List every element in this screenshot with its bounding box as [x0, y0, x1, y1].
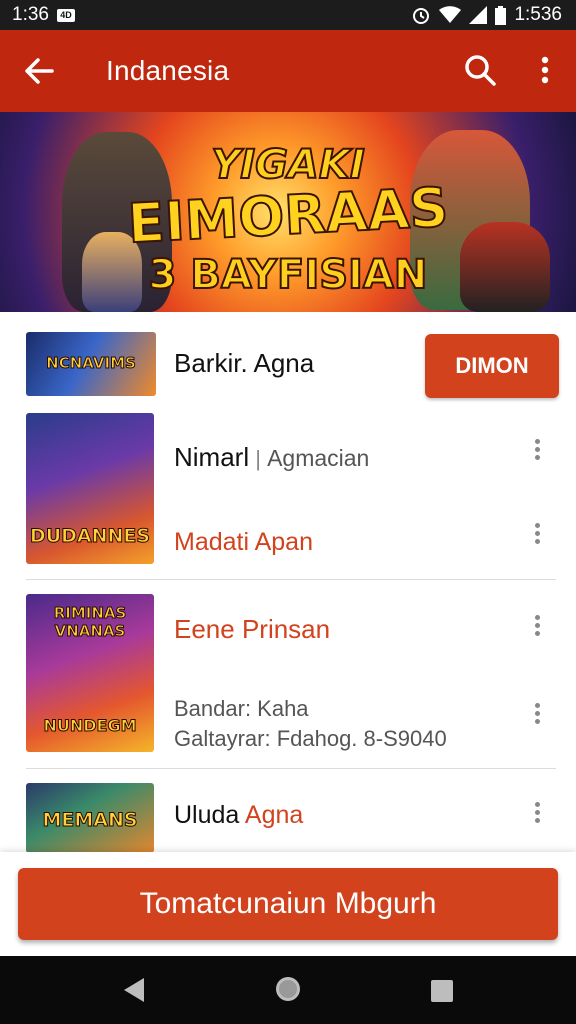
item-line-3: Galtayrar: Fdahog. 8-S9040 [174, 726, 447, 751]
wifi-icon [439, 6, 462, 23]
nav-recents-icon[interactable] [430, 979, 454, 1003]
list-item[interactable]: MEMANS Uluda Agna [0, 769, 576, 853]
game-thumbnail: DUDANNES [26, 413, 154, 564]
item-title-separator: | [249, 446, 268, 471]
app-bar: Indanesia [0, 30, 576, 112]
item-title: Nimarl | Agmacian [174, 442, 369, 473]
status-bar: 1:36 4D 1:536 [0, 0, 576, 30]
item-line-2: Bandar: Kaha [174, 696, 309, 721]
game-thumbnail: RIMINAS VNANAS NUNDEGM [26, 594, 154, 752]
list-item[interactable]: DUDANNES Nimarl | Agmacian Madati Apan [0, 408, 576, 580]
item-title-left: Nimarl [174, 442, 250, 472]
more-vert-icon[interactable] [528, 612, 546, 642]
more-vert-icon[interactable] [528, 700, 546, 730]
more-vert-icon[interactable] [528, 799, 546, 829]
notification-icon: 4D [56, 8, 75, 22]
more-vert-icon[interactable] [530, 52, 560, 88]
signal-icon [469, 6, 488, 24]
banner-line-3: 3 BAYFISIAN [148, 251, 429, 299]
game-thumbnail: MEMANS [26, 783, 154, 853]
system-nav-bar [0, 956, 576, 1024]
item-title-part-2: Agna [244, 801, 304, 829]
item-title-right: Agmacian [267, 445, 370, 471]
nav-home-icon[interactable] [273, 974, 303, 1004]
search-icon[interactable] [462, 52, 498, 88]
battery-icon [495, 5, 507, 25]
more-vert-icon[interactable] [528, 520, 546, 550]
primary-action-button[interactable]: Tomatcunaiun Mbgurh [18, 868, 558, 940]
status-time: 1:36 [12, 4, 49, 25]
item-title: Barkir. Agna [174, 348, 315, 378]
item-title: Uluda Agna [174, 801, 303, 830]
list-item[interactable]: RIMINAS VNANAS NUNDEGM Eene Prinsan Band… [0, 580, 576, 768]
page-title: Indanesia [106, 55, 230, 86]
dimon-button[interactable]: DIMON [425, 334, 559, 398]
promo-banner[interactable]: YIGAKI EIMORAAS 3 BAYFISIAN [0, 112, 576, 312]
item-subtitle: Madati Apan [174, 528, 313, 556]
item-title: Eene Prinsan [174, 614, 331, 644]
game-thumbnail: NCNAVIMS [26, 332, 156, 396]
alarm-icon [413, 8, 430, 24]
status-right-text: 1:536 [514, 4, 562, 25]
back-arrow-icon[interactable] [22, 54, 56, 88]
more-vert-icon[interactable] [528, 436, 546, 466]
nav-back-icon[interactable] [122, 976, 146, 1004]
item-title-part-1: Uluda [174, 801, 240, 829]
